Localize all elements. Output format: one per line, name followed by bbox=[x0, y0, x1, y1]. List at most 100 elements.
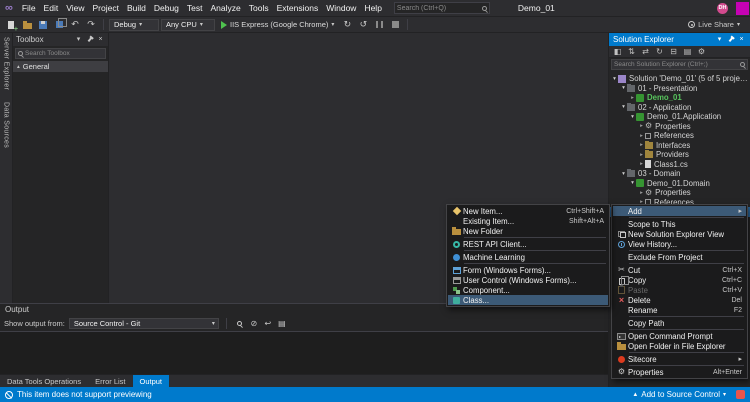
expander-icon[interactable]: ▸ bbox=[638, 190, 645, 196]
expander-icon[interactable]: ▾ bbox=[629, 180, 636, 186]
new-file-icon[interactable] bbox=[4, 18, 18, 31]
menu-item-class[interactable]: Class... bbox=[448, 295, 608, 305]
toolbox-search-input[interactable] bbox=[25, 50, 103, 57]
tree-item-03-domain[interactable]: ▾03 - Domain bbox=[609, 169, 750, 179]
word-wrap-icon[interactable]: ↩ bbox=[262, 317, 274, 330]
debug-configuration-dropdown[interactable]: Debug ▾ bbox=[109, 19, 159, 31]
expander-icon[interactable]: ▾ bbox=[629, 114, 636, 120]
tree-item-demo-01-domain[interactable]: ▾Demo_01.Domain bbox=[609, 179, 750, 189]
output-source-dropdown[interactable]: Source Control - Git ▾ bbox=[69, 318, 219, 329]
close-icon[interactable]: × bbox=[737, 33, 746, 46]
menu-item-existing-item[interactable]: Existing Item...Shift+Alt+A bbox=[448, 216, 608, 226]
menu-item-open-command-prompt[interactable]: Open Command Prompt bbox=[613, 331, 746, 341]
solution-explorer-search-input[interactable] bbox=[614, 61, 738, 68]
menu-item-rename[interactable]: RenameF2 bbox=[613, 305, 746, 315]
sync-active-icon[interactable]: ⇄ bbox=[639, 46, 652, 58]
quick-search-box[interactable] bbox=[394, 2, 490, 14]
save-all-icon[interactable] bbox=[52, 18, 66, 31]
menu-item-component[interactable]: Component... bbox=[448, 285, 608, 295]
expander-icon[interactable]: ▸ bbox=[638, 152, 645, 158]
expander-icon[interactable]: ▸ bbox=[638, 161, 645, 167]
expander-icon[interactable]: ▸ bbox=[638, 142, 645, 148]
menu-item-add[interactable]: Add▸ bbox=[613, 206, 746, 216]
notification-icon[interactable] bbox=[736, 390, 745, 399]
tree-item-class1-cs[interactable]: ▸Class1.cs bbox=[609, 160, 750, 170]
menu-item-new-item[interactable]: New Item...Ctrl+Shift+A bbox=[448, 206, 608, 216]
menu-item-sitecore[interactable]: Sitecore▸ bbox=[613, 354, 746, 364]
collapse-all-icon[interactable]: ⊟ bbox=[667, 46, 680, 58]
search-icon[interactable] bbox=[482, 6, 487, 11]
menu-item-exclude-from-project[interactable]: Exclude From Project bbox=[613, 252, 746, 262]
toolbox-search-box[interactable] bbox=[15, 48, 106, 59]
start-debugging-button[interactable]: IIS Express (Google Chrome) ▾ bbox=[217, 18, 338, 32]
tree-item-02-application[interactable]: ▾02 - Application bbox=[609, 103, 750, 113]
hot-reload-icon[interactable]: ↺ bbox=[356, 18, 370, 31]
menu-analyze[interactable]: Analyze bbox=[207, 0, 245, 16]
stop-icon[interactable] bbox=[388, 18, 402, 31]
menu-item-new-folder[interactable]: New Folder bbox=[448, 226, 608, 236]
menu-item-copy-path[interactable]: Copy Path bbox=[613, 318, 746, 328]
pin-icon[interactable] bbox=[726, 37, 735, 42]
expander-icon[interactable]: ▾ bbox=[620, 104, 627, 110]
menu-item-form-windows-forms[interactable]: Form (Windows Forms)... bbox=[448, 265, 608, 275]
menu-item-cut[interactable]: ✂CutCtrl+X bbox=[613, 265, 746, 275]
toolbox-group-general[interactable]: ▴ General bbox=[13, 61, 108, 72]
menu-debug[interactable]: Debug bbox=[150, 0, 183, 16]
menu-help[interactable]: Help bbox=[360, 0, 385, 16]
side-tab-data-sources[interactable]: Data Sources bbox=[3, 102, 10, 148]
quick-search-input[interactable] bbox=[397, 5, 482, 12]
menu-item-rest-api-client[interactable]: REST API Client... bbox=[448, 239, 608, 249]
clear-all-icon[interactable]: ⊘ bbox=[248, 317, 260, 330]
undo-icon[interactable]: ↶ bbox=[68, 18, 82, 31]
close-icon[interactable]: × bbox=[96, 33, 105, 46]
add-to-source-control-button[interactable]: ▲ Add to Source Control ▾ bbox=[632, 390, 726, 399]
expander-icon[interactable]: ▸ bbox=[638, 123, 645, 129]
menu-file[interactable]: File bbox=[18, 0, 40, 16]
menu-tools[interactable]: Tools bbox=[245, 0, 273, 16]
menu-project[interactable]: Project bbox=[88, 0, 122, 16]
tree-item-demo-01[interactable]: ▸Demo_01 bbox=[609, 93, 750, 103]
menu-test[interactable]: Test bbox=[183, 0, 207, 16]
menu-item-view-history[interactable]: View History... bbox=[613, 239, 746, 249]
menu-window[interactable]: Window bbox=[322, 0, 360, 16]
properties-window-icon[interactable]: ⚙ bbox=[695, 46, 708, 58]
menu-item-new-solution-explorer-view[interactable]: New Solution Explorer View bbox=[613, 229, 746, 239]
menu-edit[interactable]: Edit bbox=[40, 0, 63, 16]
redo-icon[interactable]: ↷ bbox=[84, 18, 98, 31]
open-file-icon[interactable] bbox=[20, 18, 34, 31]
tree-item-properties[interactable]: ▸⚙Properties bbox=[609, 188, 750, 198]
chevron-down-icon[interactable]: ▾ bbox=[74, 33, 83, 46]
expander-icon[interactable]: ▸ bbox=[638, 133, 645, 139]
expander-icon[interactable]: ▾ bbox=[620, 85, 627, 91]
platform-dropdown[interactable]: Any CPU ▾ bbox=[161, 19, 215, 31]
user-avatar[interactable]: DH bbox=[717, 3, 728, 14]
live-share-button[interactable]: Live Share ▾ bbox=[688, 20, 746, 29]
show-all-files-icon[interactable]: ▤ bbox=[681, 46, 694, 58]
tree-item-references[interactable]: ▸References bbox=[609, 131, 750, 141]
restart-icon[interactable]: ↻ bbox=[340, 18, 354, 31]
pin-icon[interactable] bbox=[85, 37, 94, 42]
menu-item-machine-learning[interactable]: Machine Learning bbox=[448, 252, 608, 262]
switch-views-icon[interactable]: ◧ bbox=[611, 46, 624, 58]
expander-icon[interactable]: ▾ bbox=[611, 76, 618, 82]
panel-tab-output[interactable]: Output bbox=[133, 375, 170, 387]
tree-item-interfaces[interactable]: ▸Interfaces bbox=[609, 141, 750, 151]
tree-item-properties[interactable]: ▸⚙Properties bbox=[609, 122, 750, 132]
tree-item-solution-demo-01-5-of-5-projects[interactable]: ▾Solution 'Demo_01' (5 of 5 projects) bbox=[609, 74, 750, 84]
menu-item-paste[interactable]: PasteCtrl+V bbox=[613, 285, 746, 295]
pending-changes-icon[interactable]: ⇅ bbox=[625, 46, 638, 58]
menu-build[interactable]: Build bbox=[123, 0, 150, 16]
tree-item-providers[interactable]: ▸Providers bbox=[609, 150, 750, 160]
pause-icon[interactable] bbox=[372, 18, 386, 31]
expander-icon[interactable]: ▾ bbox=[620, 171, 627, 177]
tree-item-01-presentation[interactable]: ▾01 - Presentation bbox=[609, 84, 750, 94]
menu-view[interactable]: View bbox=[62, 0, 88, 16]
refresh-icon[interactable]: ↻ bbox=[653, 46, 666, 58]
tree-item-demo-01-application[interactable]: ▾Demo_01.Application bbox=[609, 112, 750, 122]
side-tab-server-explorer[interactable]: Server Explorer bbox=[3, 37, 10, 90]
menu-extensions[interactable]: Extensions bbox=[273, 0, 323, 16]
panel-tab-error-list[interactable]: Error List bbox=[88, 375, 132, 387]
chevron-down-icon[interactable]: ▾ bbox=[715, 33, 724, 46]
panel-tab-data-tools-operations[interactable]: Data Tools Operations bbox=[0, 375, 88, 387]
menu-item-delete[interactable]: ×DeleteDel bbox=[613, 295, 746, 305]
